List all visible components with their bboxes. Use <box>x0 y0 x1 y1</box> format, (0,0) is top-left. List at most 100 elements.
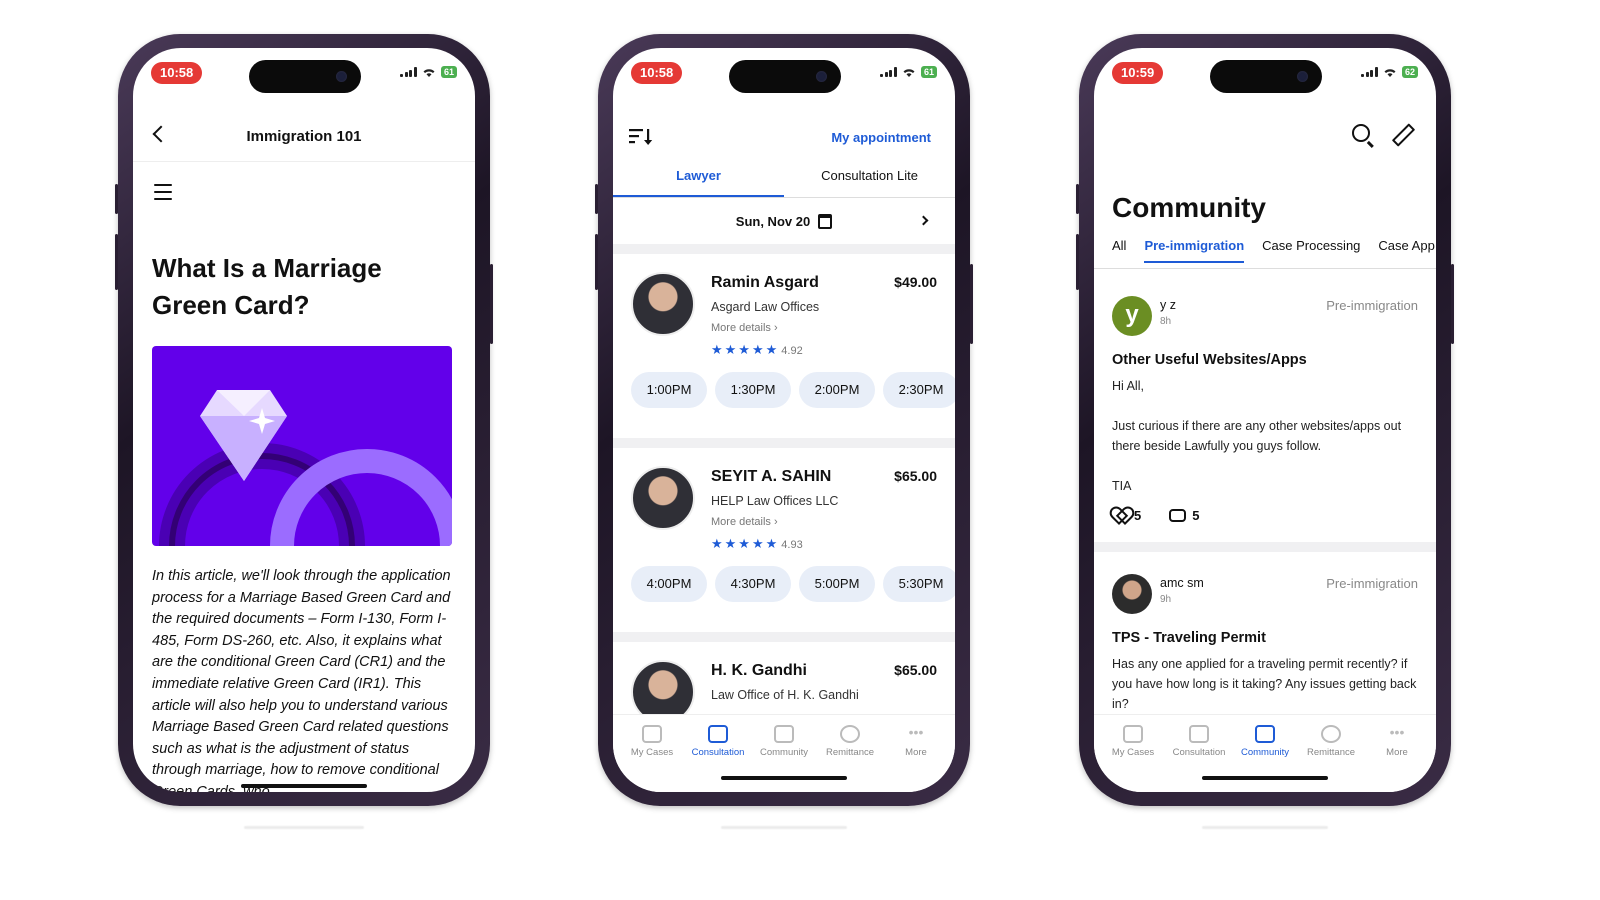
post-username: y z <box>1160 298 1176 312</box>
phone-reflection <box>1079 806 1451 900</box>
back-icon[interactable] <box>152 125 170 143</box>
post-title: TPS - Traveling Permit <box>1112 630 1266 646</box>
time-slot[interactable]: 5:00PM <box>799 566 875 602</box>
nav-consultation[interactable]: Consultation <box>686 715 750 792</box>
search-icon[interactable] <box>1352 124 1370 142</box>
tab-consultation-lite[interactable]: Consultation Lite <box>784 162 955 197</box>
more-dots-icon: ••• <box>1389 724 1405 740</box>
comment-button[interactable]: 5 <box>1169 508 1199 523</box>
nav-consultation[interactable]: Consultation <box>1167 715 1231 792</box>
post-title: Other Useful Websites/Apps <box>1112 352 1307 368</box>
nav-more[interactable]: ••• More <box>1365 715 1429 792</box>
wifi-icon <box>903 68 915 77</box>
post-body: Hi All, Just curious if there are any ot… <box>1112 379 1402 493</box>
nav-remittance[interactable]: Remittance <box>1299 715 1363 792</box>
lawyer-name: H. K. Gandhi <box>711 662 807 679</box>
status-icons: 62 <box>1361 66 1418 78</box>
phone-article: 10:58 61 Immigration 101 What Is a Marri… <box>115 34 493 806</box>
menu-icon[interactable] <box>154 184 172 205</box>
lawyer-firm: Law Office of H. K. Gandhi <box>711 688 859 702</box>
sort-icon[interactable] <box>629 128 653 146</box>
status-time: 10:58 <box>151 62 203 84</box>
top-bar: Immigration 101 <box>133 112 475 162</box>
folder-icon <box>642 725 662 743</box>
nav-community[interactable]: Community <box>752 715 816 792</box>
lawyer-card[interactable]: Ramin Asgard $49.00 Asgard Law Offices M… <box>613 254 955 438</box>
more-details-link[interactable]: More details › <box>711 322 778 334</box>
my-appointment-link[interactable]: My appointment <box>831 130 931 145</box>
dynamic-island <box>729 60 841 93</box>
people-icon <box>1189 725 1209 743</box>
time-slot[interactable]: 4:00PM <box>631 566 707 602</box>
nav-my-cases[interactable]: My Cases <box>620 715 684 792</box>
stage: 10:58 61 Immigration 101 What Is a Marri… <box>0 0 1600 900</box>
lawyer-firm: Asgard Law Offices <box>711 300 820 314</box>
pencil-icon[interactable] <box>1392 124 1412 144</box>
tab-bar: Lawyer Consultation Lite <box>613 162 955 198</box>
comment-icon <box>1169 509 1187 522</box>
nav-more[interactable]: ••• More <box>884 715 948 792</box>
home-indicator[interactable] <box>1202 776 1328 780</box>
post-actions: 5 5 <box>1112 508 1199 523</box>
wifi-icon <box>423 68 435 77</box>
post-card[interactable]: y y z 8h Pre-immigration Other Useful We… <box>1094 296 1436 536</box>
page-title: Community <box>1112 192 1266 223</box>
phone-reflection <box>118 806 490 900</box>
tab-case-app[interactable]: Case App <box>1378 238 1434 263</box>
date-selector[interactable]: Sun, Nov 20 <box>613 198 955 244</box>
post-time: 8h <box>1160 316 1172 327</box>
lawyer-firm: HELP Law Offices LLC <box>711 494 839 508</box>
status-time: 10:59 <box>1112 62 1164 84</box>
article-hero-image <box>152 346 452 546</box>
lawyer-price: $49.00 <box>894 274 937 290</box>
home-indicator[interactable] <box>721 776 847 780</box>
article-title: What Is a Marriage Green Card? <box>152 253 382 320</box>
nav-community[interactable]: Community <box>1233 715 1297 792</box>
dynamic-island <box>1210 60 1322 93</box>
tab-all[interactable]: All <box>1112 238 1126 263</box>
lawyer-card[interactable]: SEYIT A. SAHIN $65.00 HELP Law Offices L… <box>613 448 955 632</box>
article-body: In this article, we'll look through the … <box>152 568 451 792</box>
more-details-link[interactable]: More details › <box>711 516 778 528</box>
nav-remittance[interactable]: Remittance <box>818 715 882 792</box>
time-slot[interactable]: 2:00PM <box>799 372 875 408</box>
news-icon <box>774 725 794 743</box>
post-card[interactable]: amc sm 9h Pre-immigration TPS - Travelin… <box>1094 574 1436 734</box>
heart-icon <box>1112 508 1128 522</box>
top-bar: My appointment <box>613 112 955 158</box>
like-button[interactable]: 5 <box>1112 508 1141 523</box>
calendar-icon[interactable] <box>818 213 833 229</box>
tab-pre-immigration[interactable]: Pre-immigration <box>1144 238 1245 263</box>
avatar: y <box>1112 296 1152 336</box>
category-tabs: All Pre-immigration Case Processing Case… <box>1112 238 1436 263</box>
battery-icon: 61 <box>440 66 457 78</box>
home-indicator[interactable] <box>241 784 367 788</box>
selected-date: Sun, Nov 20 <box>735 213 811 229</box>
time-slot[interactable]: 4:30PM <box>715 566 791 602</box>
time-slots: 4:00PM 4:30PM 5:00PM 5:30PM <box>631 566 955 602</box>
time-slot[interactable]: 5:30PM <box>883 566 955 602</box>
time-slot[interactable]: 2:30PM <box>883 372 955 408</box>
tab-lawyer[interactable]: Lawyer <box>613 162 784 197</box>
signal-icon <box>1361 67 1378 77</box>
post-username: amc sm <box>1160 576 1204 590</box>
dollar-icon <box>840 725 860 743</box>
phone-reflection <box>598 806 970 900</box>
rating-value: 4.92 <box>781 345 803 357</box>
tab-case-processing[interactable]: Case Processing <box>1262 238 1360 263</box>
lawyer-name: Ramin Asgard <box>711 274 819 291</box>
avatar <box>631 272 695 336</box>
rating-stars: ★★★★★ 4.92 <box>711 342 803 357</box>
dollar-icon <box>1321 725 1341 743</box>
signal-icon <box>880 67 897 77</box>
time-slot[interactable]: 1:30PM <box>715 372 791 408</box>
status-time: 10:58 <box>631 62 683 84</box>
lawyer-name: SEYIT A. SAHIN <box>711 468 832 485</box>
chevron-right-icon[interactable] <box>918 215 929 226</box>
more-dots-icon: ••• <box>908 724 924 740</box>
nav-my-cases[interactable]: My Cases <box>1101 715 1165 792</box>
rating-stars: ★★★★★ 4.93 <box>711 536 803 551</box>
bottom-nav: My Cases Consultation Community Remittan… <box>1094 714 1436 792</box>
post-time: 9h <box>1160 594 1172 605</box>
time-slot[interactable]: 1:00PM <box>631 372 707 408</box>
